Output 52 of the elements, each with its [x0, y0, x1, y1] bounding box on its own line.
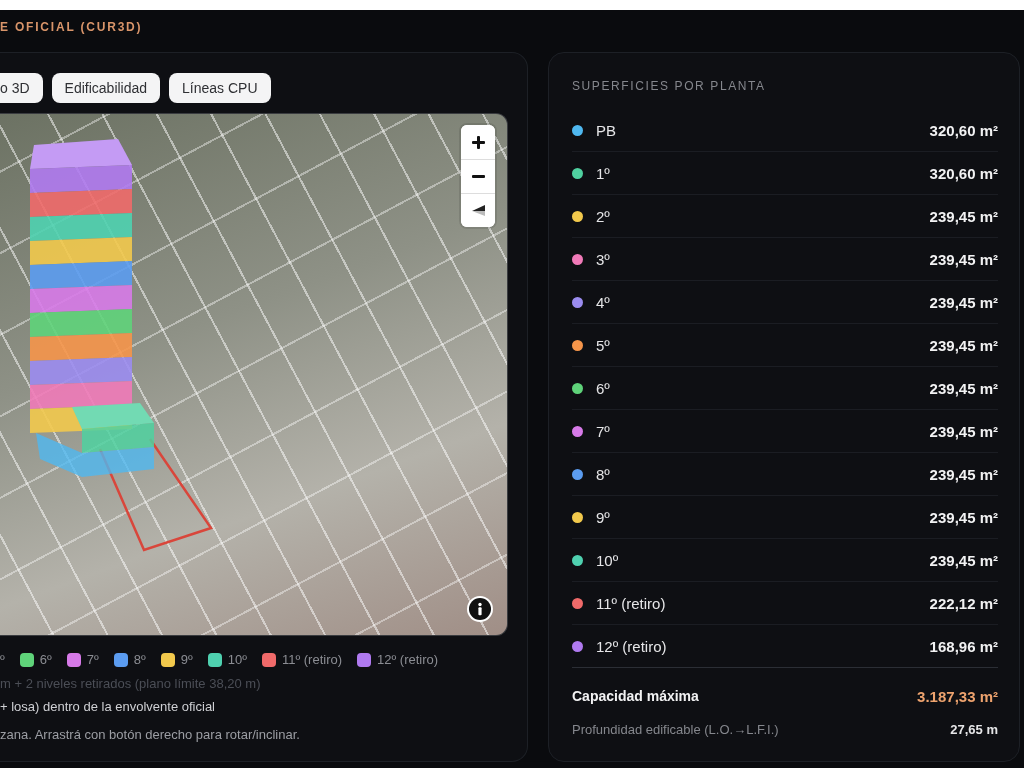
floor-area-value: 239,45 m² [929, 422, 998, 440]
floor-label: 7º [596, 422, 610, 440]
floor-label: 9º [596, 508, 610, 526]
total-label: Capacidad máxima [572, 688, 699, 704]
legend-label: 8º [133, 652, 146, 668]
legend-label: 10º [227, 652, 247, 668]
floor-area-value: 239,45 m² [929, 250, 998, 268]
floor-label: 2º [596, 207, 610, 225]
floor-area-value: 222,12 m² [929, 594, 998, 612]
floor-label: 6º [596, 379, 610, 397]
floor-label: 10º [596, 551, 619, 569]
note-text: + losa) dentro de la envolvente oficial [0, 699, 215, 715]
floor-area-value: 239,45 m² [929, 508, 998, 526]
section-title: E OFICIAL (CUR3D) [0, 20, 143, 34]
floor-area-value: 168,96 m² [929, 637, 998, 655]
legend-label: º [0, 652, 5, 668]
view-button[interactable]: Edificabilidad [51, 73, 161, 103]
view-button[interactable]: Líneas CPU [169, 73, 271, 103]
floor-label: 11º (retiro) [596, 594, 666, 612]
floor-area-value: 239,45 m² [929, 293, 998, 311]
floor-label: 1º [596, 164, 610, 182]
floor-label: 3º [596, 250, 610, 268]
floor-label: 12º (retiro) [596, 637, 667, 655]
plus-icon [471, 135, 485, 149]
note-text: m + 2 niveles retirados (plano límite 38,20 m) [0, 676, 261, 692]
compass-button[interactable] [461, 193, 495, 227]
floor-area-value: 239,45 m² [929, 336, 998, 354]
floor-label: 5º [596, 336, 610, 354]
info-button[interactable] [467, 596, 493, 622]
floor-area-value: 239,45 m² [929, 465, 998, 483]
floor-area-value: 239,45 m² [929, 551, 998, 569]
floor-label: PB [596, 121, 616, 139]
legend-label: 6º [39, 652, 52, 668]
floor-area-value: 239,45 m² [929, 207, 998, 225]
info-icon [469, 598, 491, 620]
total-value: 27,65 m [950, 721, 998, 737]
minus-icon [471, 175, 485, 178]
panel-title: SUPERFICIES POR PLANTA [572, 79, 766, 93]
floor-label: 4º [596, 293, 610, 311]
legend-label: 9º [180, 652, 193, 668]
floor-area-value: 320,60 m² [929, 121, 998, 139]
floor-area-value: 239,45 m² [929, 379, 998, 397]
total-value: 3.187,33 m² [917, 687, 998, 705]
note-text: zana. Arrastrá con botón derecho para rotar/inclinar. [0, 727, 300, 743]
view-button[interactable]: o 3D [0, 73, 43, 103]
legend-label: 7º [86, 652, 99, 668]
legend-label: 11º (retiro) [281, 652, 343, 668]
legend-label: 12º (retiro) [377, 652, 439, 668]
floor-label: 8º [596, 465, 610, 483]
compass-icon [471, 205, 485, 216]
floor-area-value: 320,60 m² [929, 164, 998, 182]
total-label: Profundidad edificable (L.O.→L.F.I.) [572, 721, 779, 737]
